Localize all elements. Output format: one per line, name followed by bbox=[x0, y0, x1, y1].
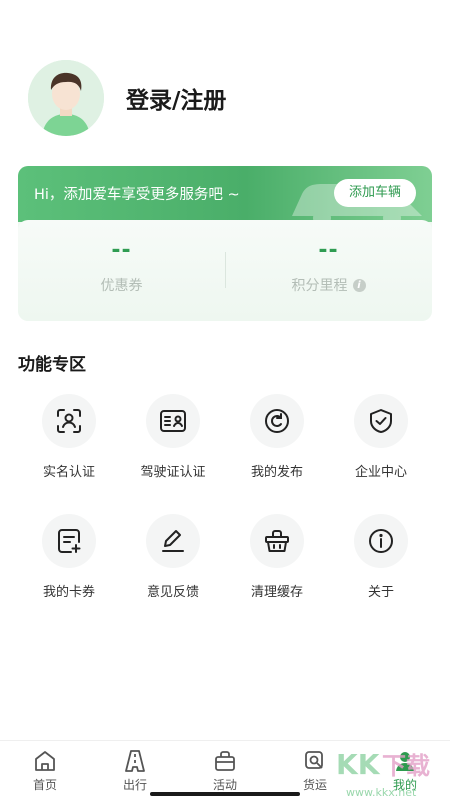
feature-feedback[interactable]: 意见反馈 bbox=[121, 514, 225, 614]
add-car-button[interactable]: 添加车辆 bbox=[334, 179, 416, 207]
feature-label: 清理缓存 bbox=[250, 585, 303, 600]
avatar[interactable] bbox=[28, 60, 104, 136]
car-card: Hi，添加爱车享受更多服务吧 ~ 添加车辆 -- 优惠券 -- 积分里程 i bbox=[18, 166, 432, 321]
feature-driver-license-auth[interactable]: 驾驶证认证 bbox=[121, 394, 225, 494]
feature-label: 我的卡券 bbox=[42, 585, 95, 600]
coupon-count: -- bbox=[111, 238, 132, 263]
coupon-stat[interactable]: -- 优惠券 bbox=[18, 220, 225, 321]
feature-my-coupons[interactable]: 我的卡券 bbox=[17, 514, 121, 614]
feature-about[interactable]: 关于 bbox=[329, 514, 433, 614]
home-indicator[interactable] bbox=[150, 792, 300, 796]
add-car-banner: Hi，添加爱车享受更多服务吧 ~ 添加车辆 bbox=[18, 166, 432, 226]
feature-my-posts[interactable]: 我的发布 bbox=[225, 394, 329, 494]
feature-clear-cache[interactable]: 清理缓存 bbox=[225, 514, 329, 614]
stats-panel: -- 优惠券 -- 积分里程 i bbox=[18, 220, 432, 321]
mileage-points-label: 积分里程 i bbox=[292, 275, 366, 295]
truck-search-icon bbox=[305, 751, 323, 769]
refresh-circle-icon bbox=[250, 394, 304, 448]
shield-check-icon bbox=[354, 394, 408, 448]
road-icon bbox=[125, 750, 145, 772]
mileage-points-label-text: 积分里程 bbox=[291, 278, 348, 294]
home-icon bbox=[35, 751, 55, 771]
feature-real-name-auth[interactable]: 实名认证 bbox=[17, 394, 121, 494]
features-section-title: 功能专区 bbox=[18, 355, 86, 375]
nav-home[interactable]: 首页 bbox=[15, 749, 75, 793]
driver-license-icon bbox=[146, 394, 200, 448]
info-icon[interactable]: i bbox=[352, 278, 366, 292]
svg-text:KK: KK bbox=[336, 748, 381, 781]
mileage-points-stat[interactable]: -- 积分里程 i bbox=[225, 220, 432, 321]
pen-edit-icon bbox=[146, 514, 200, 568]
feature-label: 关于 bbox=[367, 585, 394, 600]
nav-label: 活动 bbox=[212, 778, 237, 792]
kk-download-watermark: KK 下载 www.kkx.net bbox=[336, 748, 430, 799]
basket-icon bbox=[250, 514, 304, 568]
feature-label: 驾驶证认证 bbox=[140, 465, 206, 480]
coupon-add-icon bbox=[42, 514, 96, 568]
coupon-label: 优惠券 bbox=[101, 275, 143, 295]
svg-text:www.kkx.net: www.kkx.net bbox=[346, 786, 417, 799]
feature-label: 意见反馈 bbox=[146, 585, 199, 600]
login-register-link[interactable]: 登录/注册 bbox=[126, 81, 226, 115]
nav-activities[interactable]: 活动 bbox=[195, 749, 255, 793]
nav-travel[interactable]: 出行 bbox=[105, 749, 165, 793]
id-face-scan-icon bbox=[42, 394, 96, 448]
feature-label: 企业中心 bbox=[354, 465, 407, 480]
nav-label: 首页 bbox=[32, 778, 57, 792]
feature-enterprise-center[interactable]: 企业中心 bbox=[329, 394, 433, 494]
profile-header[interactable]: 登录/注册 bbox=[28, 60, 226, 136]
gift-bag-icon bbox=[215, 751, 235, 771]
coupon-label-text: 优惠券 bbox=[100, 278, 143, 294]
nav-label: 出行 bbox=[122, 778, 147, 792]
banner-message: Hi，添加爱车享受更多服务吧 ~ bbox=[34, 187, 240, 203]
info-circle-icon bbox=[354, 514, 408, 568]
feature-label: 实名认证 bbox=[42, 465, 95, 480]
mileage-points-count: -- bbox=[318, 238, 339, 263]
feature-label: 我的发布 bbox=[250, 465, 303, 480]
svg-text:下载: 下载 bbox=[382, 752, 430, 780]
